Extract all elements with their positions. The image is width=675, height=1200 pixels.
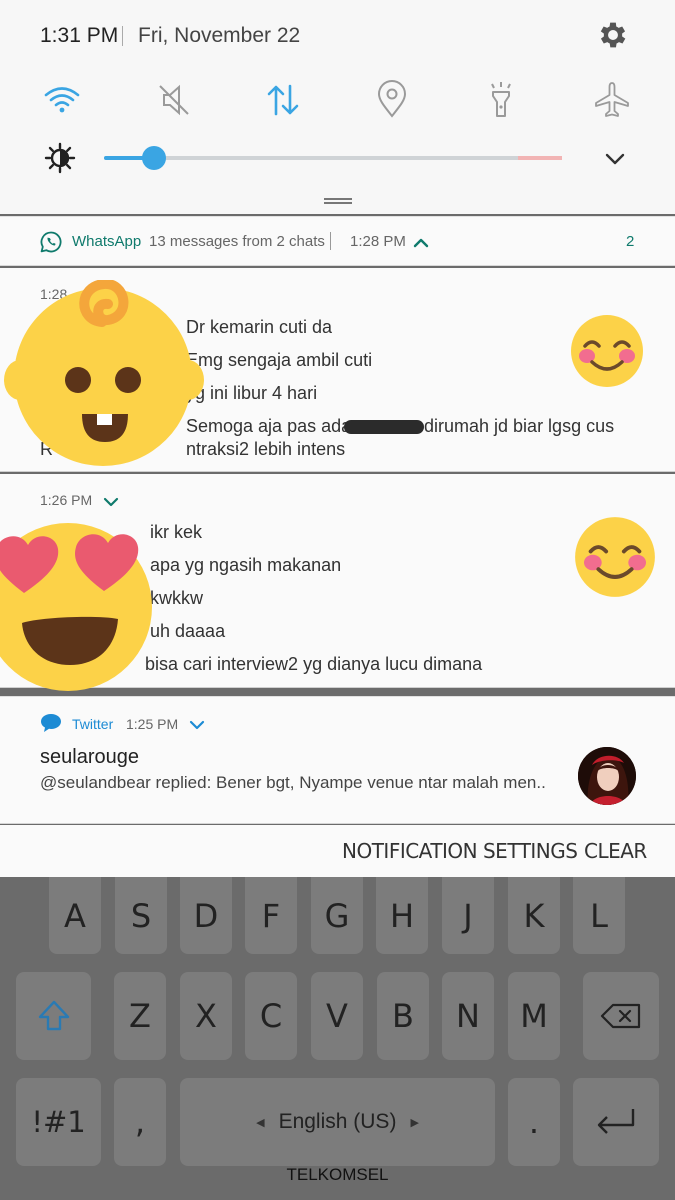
message-line: Semoga aja pas ada: [186, 416, 352, 436]
enter-key[interactable]: [573, 1078, 659, 1166]
keyboard: A S D F G H J K L Z X C V B N M !#1 , ◀ …: [0, 877, 675, 1200]
twitter-body: @seulandbear replied: Bener bgt, Nyampe …: [40, 773, 546, 792]
baby-emoji-icon: [4, 280, 204, 466]
comma-key[interactable]: ,: [114, 1078, 166, 1166]
key-a[interactable]: A: [49, 877, 101, 954]
status-divider: [122, 26, 123, 46]
key-s[interactable]: S: [115, 877, 167, 954]
language-label: English (US): [278, 1110, 397, 1133]
backspace-key[interactable]: [583, 972, 659, 1060]
message-line: Emg sengaja ambil cuti: [186, 350, 373, 370]
key-m[interactable]: M: [508, 972, 560, 1060]
twitter-time: 1:25 PM: [126, 716, 179, 732]
key-g[interactable]: G: [311, 877, 363, 954]
key-v[interactable]: V: [311, 972, 363, 1060]
brightness-slider[interactable]: [104, 146, 562, 170]
redaction-mark: [344, 420, 424, 434]
twitter-app-name: Twitter: [72, 716, 114, 732]
twitter-notification[interactable]: Twitter 1:25 PM seularouge @seulandbear …: [0, 696, 675, 824]
key-h[interactable]: H: [376, 877, 428, 954]
key-d[interactable]: D: [180, 877, 232, 954]
backspace-icon: [600, 1003, 641, 1029]
key-l[interactable]: L: [573, 877, 625, 954]
key-z[interactable]: Z: [114, 972, 166, 1060]
whatsapp-summary: 13 messages from 2 chats: [149, 233, 325, 250]
key-k[interactable]: K: [508, 877, 560, 954]
chevron-down-icon[interactable]: [600, 146, 630, 172]
brightness-icon: [44, 142, 76, 174]
mute-icon: [159, 84, 189, 116]
location-toggle[interactable]: [370, 78, 414, 122]
smiling-emoji-icon: [571, 315, 643, 387]
shift-key[interactable]: [16, 972, 91, 1060]
gear-icon[interactable]: [596, 18, 630, 52]
key-c[interactable]: C: [245, 972, 297, 1060]
airplane-icon: [595, 82, 629, 117]
whatsapp-notification-header[interactable]: WhatsApp 13 messages from 2 chats 1:28 P…: [0, 216, 675, 266]
slider-warning-zone: [518, 156, 562, 160]
notification-settings-button[interactable]: NOTIFICATION SETTINGS: [342, 839, 578, 863]
key-j[interactable]: J: [442, 877, 494, 954]
mobile-data-toggle[interactable]: [261, 78, 305, 122]
symbols-key[interactable]: !#1: [16, 1078, 101, 1166]
status-date: Fri, November 22: [138, 24, 301, 47]
message-line: Dr kemarin cuti da: [186, 317, 333, 337]
key-x[interactable]: X: [180, 972, 232, 1060]
whatsapp-icon: [40, 231, 62, 253]
carrier-label: TELKOMSEL: [286, 1165, 389, 1184]
location-icon: [377, 80, 407, 118]
panel-drag-handle[interactable]: [324, 198, 352, 204]
whatsapp-app-name: WhatsApp: [72, 233, 142, 250]
clear-button[interactable]: CLEAR: [584, 839, 647, 863]
sound-toggle[interactable]: [152, 78, 196, 122]
status-time: 1:31 PM: [40, 24, 119, 47]
notification-actions: NOTIFICATION SETTINGS CLEAR: [0, 825, 675, 877]
slider-knob[interactable]: [142, 146, 166, 170]
period-key[interactable]: .: [508, 1078, 560, 1166]
flashlight-icon: [491, 82, 511, 117]
slider-track: [104, 156, 562, 160]
key-b[interactable]: B: [377, 972, 429, 1060]
header-divider: [330, 232, 331, 250]
message-line: bisa cari interview2 yg dianya lucu dima…: [145, 654, 483, 674]
data-transfer-icon: [267, 84, 299, 116]
chevron-down-icon[interactable]: [189, 719, 205, 731]
message-line: ntraksi2 lebih intens: [186, 439, 346, 459]
message-line: dirumah jd biar lgsg cus: [424, 416, 615, 436]
message-line: apa yg ngasih makanan: [150, 555, 342, 575]
flashlight-toggle[interactable]: [479, 78, 523, 122]
airplane-toggle[interactable]: [590, 78, 634, 122]
whatsapp-chat-count: 2: [626, 233, 635, 250]
arrow-left-icon: ◀: [256, 1116, 265, 1129]
smiling-emoji-icon: [575, 517, 655, 597]
wifi-icon: [44, 87, 80, 113]
heart-eyes-emoji-icon: [0, 523, 152, 691]
space-key[interactable]: ◀ English (US) ▶: [180, 1078, 495, 1166]
arrow-right-icon: ▶: [410, 1116, 419, 1129]
wifi-toggle[interactable]: [40, 78, 84, 122]
enter-icon: [597, 1109, 635, 1134]
chevron-up-icon[interactable]: [412, 235, 430, 249]
speech-bubble-icon: [41, 714, 61, 732]
twitter-title: seularouge: [40, 746, 139, 768]
key-n[interactable]: N: [442, 972, 494, 1060]
quick-panel: 1:31 PM Fri, November 22: [0, 0, 675, 214]
key-f[interactable]: F: [245, 877, 297, 954]
shift-icon: [38, 1000, 69, 1031]
avatar: [578, 747, 636, 805]
whatsapp-time: 1:28 PM: [350, 233, 406, 250]
